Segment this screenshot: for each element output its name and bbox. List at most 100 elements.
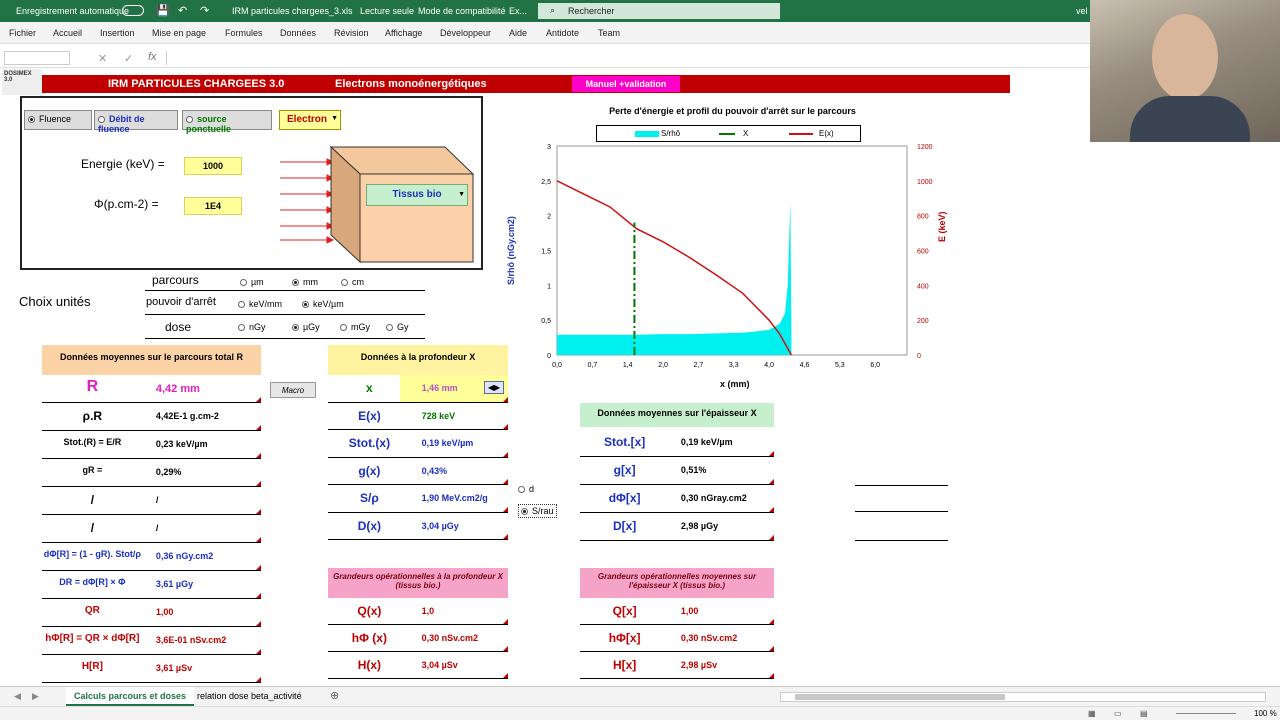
sec2-value: 0,43%	[421, 465, 448, 476]
menu-developpeur[interactable]: Développeur	[440, 28, 491, 38]
x-tick-label: 5,3	[835, 362, 845, 369]
x-tick-label: 6,0	[870, 362, 880, 369]
zoom-slider[interactable]	[1176, 713, 1236, 714]
sec3-op-value: 1,00	[680, 606, 699, 616]
y-axis-label: S/rhô (nGy.cm2)	[506, 216, 516, 285]
option-srau[interactable]: S/rau	[518, 504, 557, 518]
unit-mgy-option[interactable]: mGy	[340, 322, 370, 332]
sec3-op-row: H[x] 2,98 µSv	[580, 652, 774, 679]
menu-fichier[interactable]: Fichier	[9, 28, 36, 38]
sec1-value: /	[155, 495, 159, 505]
sec1-symbol: QR	[84, 605, 100, 616]
comment-indicator	[503, 479, 508, 484]
phi-input[interactable]: 1E4	[184, 197, 242, 215]
tab-relation[interactable]: relation dose beta_activité	[197, 691, 302, 701]
menu-affichage[interactable]: Affichage	[385, 28, 422, 38]
app-banner: DOSIMEX 3.0 IRM PARTICULES CHARGEES 3.0 …	[2, 69, 1010, 95]
debit-option[interactable]: Débit de fluence	[94, 110, 178, 134]
sec1-row: H[R] 3,61 µSv	[42, 655, 261, 683]
comment-indicator	[769, 646, 774, 651]
compat-label: Mode de compatibilité	[418, 6, 506, 16]
sec1-symbol: H[R]	[81, 661, 103, 672]
horizontal-scrollbar[interactable]	[780, 692, 1266, 702]
sec1-row: / /	[42, 515, 261, 543]
filename: IRM particules chargees_3.xls	[232, 6, 353, 16]
fluence-option[interactable]: Fluence	[24, 110, 92, 130]
tab-calculs[interactable]: Calculs parcours et doses	[66, 687, 195, 706]
sec1-row: gR = 0,29%	[42, 459, 261, 487]
sec2-row: g(x) 0,43%	[328, 458, 508, 485]
prev-sheet-icon[interactable]: ◀	[14, 691, 21, 702]
search-input[interactable]: ⌕ Rechercher	[538, 3, 780, 19]
sec3-table: Stot.[x] 0,19 keV/µm g[x] 0,51% dΦ[x] 0,30 nG…	[580, 429, 774, 541]
unit-um-option[interactable]: µm	[240, 277, 264, 287]
redo-icon[interactable]: ↷	[200, 4, 209, 17]
sec2-op-table: Q(x) 1,0 hΦ (x) 0,30 nSv.cm2 H(x) 3,04 µSv	[328, 598, 508, 679]
scrollbar-thumb[interactable]	[795, 694, 1005, 700]
energy-input[interactable]: 1000	[184, 157, 242, 175]
units-divider	[145, 314, 425, 315]
sec2-row: E(x) 728 keV	[328, 403, 508, 430]
unit-kevum-option[interactable]: keV/µm	[302, 299, 344, 309]
comment-indicator	[256, 621, 261, 626]
x-tick-label: 0,0	[552, 362, 562, 369]
sec1-value: /	[155, 523, 159, 533]
menu-team[interactable]: Team	[598, 28, 620, 38]
menu-donnees[interactable]: Données	[280, 28, 316, 38]
page-break-icon[interactable]: ▤	[1140, 709, 1148, 718]
sec2-op-row: hΦ (x) 0,30 nSv.cm2	[328, 625, 508, 652]
sec2-value: 1,46 mm	[421, 383, 458, 393]
sec1-value: 3,61 µSv	[155, 663, 193, 673]
menu-aide[interactable]: Aide	[509, 28, 527, 38]
cancel-icon[interactable]: ✕	[98, 52, 107, 65]
comment-indicator	[503, 646, 508, 651]
sec2-value: 1,90 MeV.cm2/g	[421, 493, 488, 503]
next-sheet-icon[interactable]: ▶	[32, 691, 39, 702]
function-icon[interactable]: fx	[148, 51, 157, 63]
unit-mm-option[interactable]: mm	[292, 277, 318, 287]
menu-revision[interactable]: Révision	[334, 28, 369, 38]
app-subtitle: Electrons monoénergétiques	[335, 78, 487, 90]
menu-insertion[interactable]: Insertion	[100, 28, 135, 38]
macro-button[interactable]: Macro	[270, 382, 316, 398]
parcours-label: parcours	[152, 273, 199, 287]
sec3-op-table: Q[x] 1,00 hΦ[x] 0,30 nSv.cm2 H[x] 2,98 µSv	[580, 598, 774, 679]
material-select[interactable]: Tissus bio ▼	[366, 184, 468, 206]
page-layout-icon[interactable]: ▭	[1114, 709, 1122, 718]
comment-indicator	[256, 397, 261, 402]
sec2-op-value: 3,04 µSv	[421, 660, 458, 670]
unit-ugy-option[interactable]: µGy	[292, 322, 320, 332]
confirm-icon[interactable]: ✓	[124, 52, 133, 65]
autosave-toggle[interactable]	[122, 5, 144, 16]
unit-gy-option[interactable]: Gy	[386, 322, 409, 332]
formula-input[interactable]	[166, 51, 1086, 65]
particle-select[interactable]: Electron ▼	[279, 110, 341, 130]
option-d[interactable]: d	[518, 484, 534, 494]
normal-view-icon[interactable]: ▦	[1088, 709, 1096, 718]
unit-ngy-option[interactable]: nGy	[238, 322, 266, 332]
undo-icon[interactable]: ↶	[178, 4, 187, 17]
save-icon[interactable]: 💾	[156, 4, 170, 17]
x-spin-control[interactable]: ◀▶	[484, 381, 504, 394]
sec3-symbol: Stot.[x]	[603, 435, 646, 449]
unit-kevmm-option[interactable]: keV/mm	[238, 299, 282, 309]
y2-tick-label: 400	[917, 283, 929, 290]
menu-antidote[interactable]: Antidote	[546, 28, 579, 38]
menu-accueil[interactable]: Accueil	[53, 28, 82, 38]
name-box[interactable]	[4, 51, 70, 65]
manual-button[interactable]: Manuel +validation	[572, 76, 680, 92]
autosave-label: Enregistrement automatique	[16, 6, 130, 16]
sec2-op-symbol: hΦ (x)	[351, 631, 387, 645]
sec3-op-value: 0,30 nSv.cm2	[680, 633, 738, 643]
user-name: vel	[1076, 6, 1088, 16]
source-option[interactable]: source ponctuelle	[182, 110, 272, 134]
sec1-value: 0,23 keV/µm	[155, 439, 208, 449]
x-tick-label: 4,0	[764, 362, 774, 369]
menu-formules[interactable]: Formules	[225, 28, 263, 38]
sheet-tab-bar: ◀ ▶ Calculs parcours et doses relation d…	[0, 686, 1280, 706]
menu-mise-en-page[interactable]: Mise en page	[152, 28, 206, 38]
x-tick-label: 1,4	[623, 362, 633, 369]
y-tick-label: 1,5	[541, 249, 551, 256]
add-sheet-icon[interactable]: ⊕	[330, 689, 339, 702]
unit-cm-option[interactable]: cm	[341, 277, 364, 287]
